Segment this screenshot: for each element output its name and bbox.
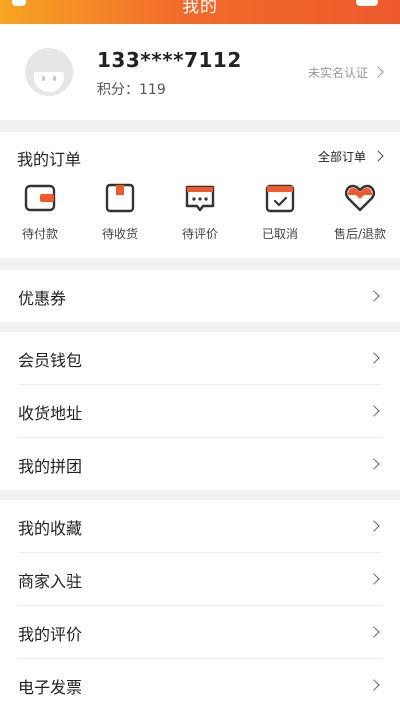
comment-icon [185,185,215,212]
menu-item-group-buy[interactable]: 我的拼团 [18,438,382,490]
orders-section: 我的订单 全部订单 待付款 待收货 待评价 已取消 售后/退款 [0,132,400,258]
menu-item-merchant-join[interactable]: 商家入驻 [18,553,382,606]
page-title: 我的 [182,0,218,17]
order-status-bar: 待付款 待收货 待评价 已取消 售后/退款 [0,182,400,246]
verify-label: 未实名认证 [307,66,368,80]
menu-group-coupons: 优惠券 [0,270,400,322]
avatar-eye-right [53,76,56,81]
order-pending-review[interactable]: 待评价 [160,182,240,246]
chevron-right-icon [372,150,384,162]
wallet-icon [24,184,56,212]
menu-item-label: 商家入驻 [18,572,83,591]
menu-group-account: 会员钱包 收货地址 我的拼团 [0,332,400,490]
chevron-right-icon [368,458,380,470]
chevron-right-icon [368,405,380,417]
menu-item-label: 我的拼团 [18,457,83,476]
order-cancelled[interactable]: 已取消 [240,182,320,246]
menu-item-coupons[interactable]: 优惠券 [18,270,382,322]
menu-item-label: 我的收藏 [18,519,83,538]
menu-item-my-reviews[interactable]: 我的评价 [18,606,382,659]
order-after-sales[interactable]: 售后/退款 [320,182,400,246]
order-item-label: 待收货 [101,227,138,241]
order-item-label: 待评价 [181,227,218,241]
chevron-right-icon [368,520,380,532]
verify-link[interactable]: 未实名认证 [307,64,384,81]
avatar[interactable] [25,48,73,96]
chevron-right-icon [368,290,380,302]
order-item-label: 待付款 [21,227,58,241]
all-orders-label: 全部订单 [317,150,366,164]
phone-number: 133****7112 [97,48,242,72]
menu-item-member-wallet[interactable]: 会员钱包 [18,332,382,385]
menu-item-label: 会员钱包 [18,351,83,370]
all-orders-link[interactable]: 全部订单 [317,148,384,165]
menu-group-more: 我的收藏 商家入驻 我的评价 电子发票 [0,500,400,711]
menu-item-label: 电子发票 [18,678,83,697]
chevron-right-icon [368,573,380,585]
order-item-label: 已取消 [261,227,298,241]
menu-item-e-invoice[interactable]: 电子发票 [18,659,382,711]
points-text: 积分：119 [97,82,166,98]
menu-item-label: 优惠券 [18,289,67,308]
chevron-right-icon [368,679,380,691]
avatar-hair [32,56,66,72]
message-icon[interactable] [356,0,378,6]
menu-item-shipping-address[interactable]: 收货地址 [18,385,382,438]
calendar-check-icon [265,184,295,213]
chevron-right-icon [368,352,380,364]
menu-item-label: 我的评价 [18,625,83,644]
order-pending-receipt[interactable]: 待收货 [80,182,160,246]
chevron-right-icon [372,66,384,78]
chevron-right-icon [368,626,380,638]
order-item-label: 售后/退款 [333,227,387,241]
profile-card[interactable]: 133****7112 积分：119 未实名认证 [0,24,400,120]
heart-icon [345,184,375,212]
package-icon [105,183,135,213]
orders-heading: 我的订单 [17,150,82,169]
menu-item-label: 收货地址 [18,404,83,423]
top-header: 我的 [0,0,400,24]
menu-item-favorites[interactable]: 我的收藏 [18,500,382,553]
order-pending-payment[interactable]: 待付款 [0,182,80,246]
avatar-eye-left [42,76,45,81]
